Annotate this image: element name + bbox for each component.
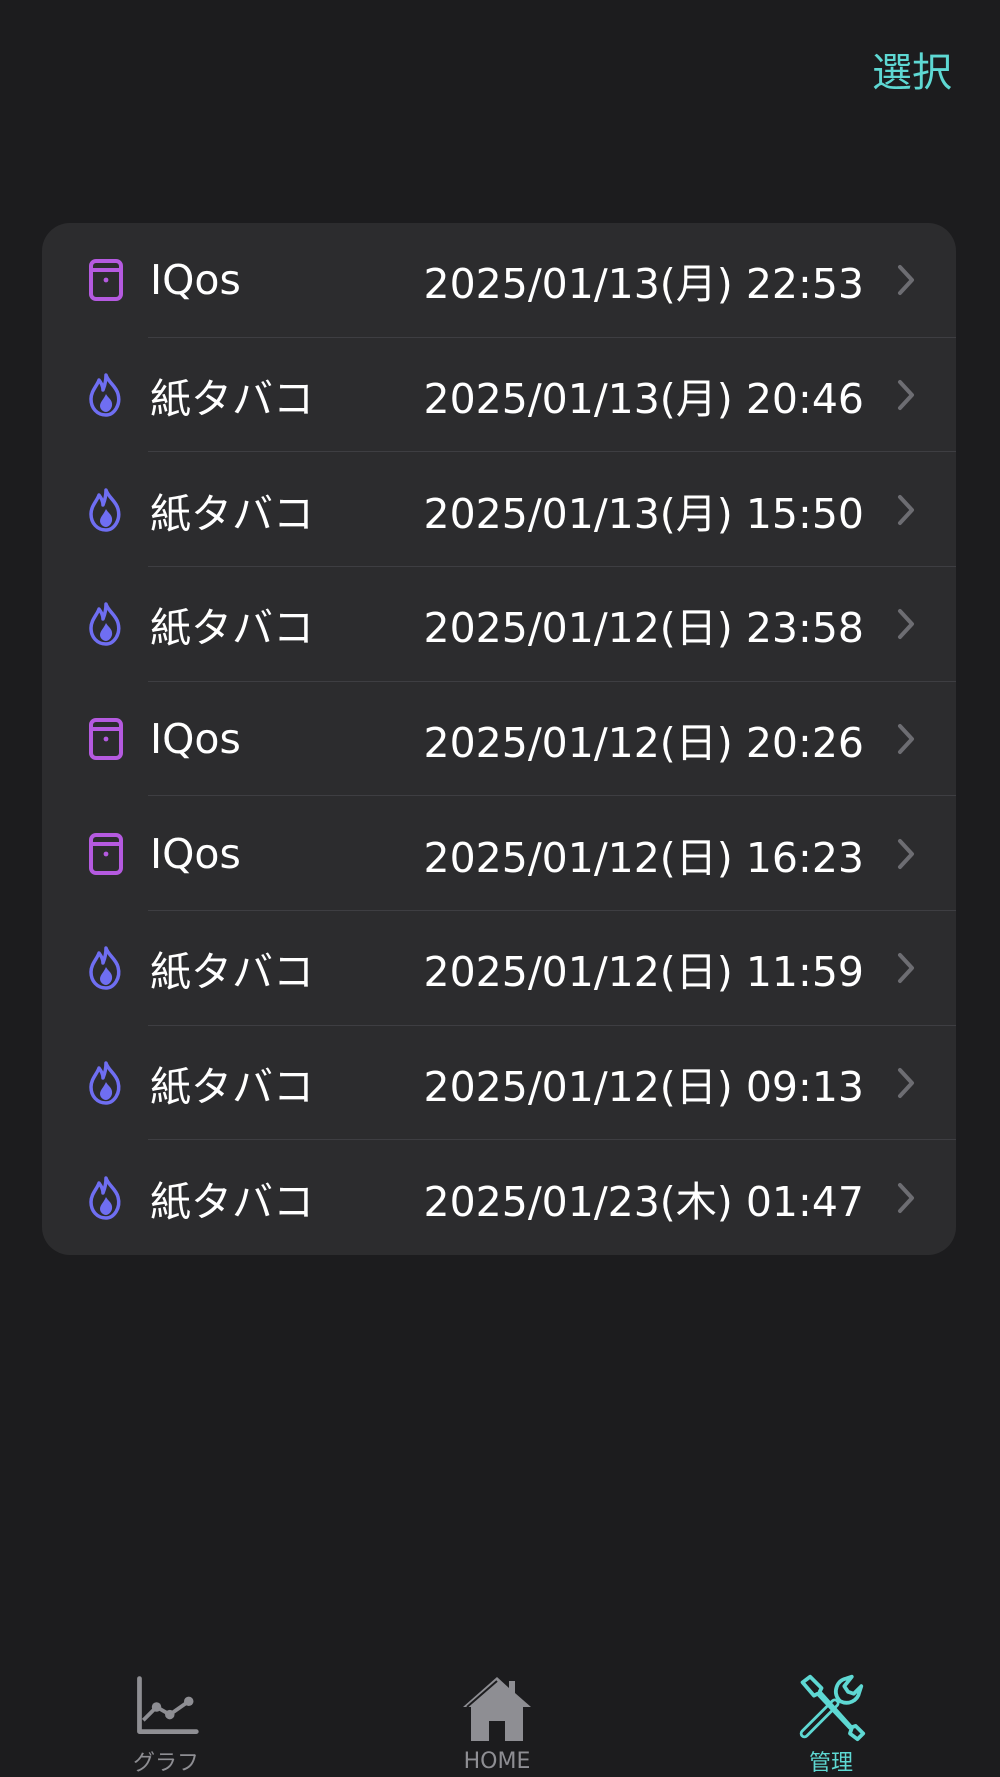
chevron-right-icon [898,838,914,869]
record-type-label: 紙タバコ [150,374,314,423]
chevron-right-icon [898,265,914,296]
screen: 選択 IQos 2025/01/13(月) 22:53 紙タバコ 2025/01… [0,0,1000,1777]
record-datetime: 2025/01/23(木) 01:47 [423,1177,865,1226]
list-item[interactable]: IQos 2025/01/12(日) 20:26 [42,682,956,797]
record-datetime: 2025/01/13(月) 20:46 [423,374,865,423]
record-type-label: 紙タバコ [150,1177,314,1226]
select-button[interactable]: 選択 [872,40,952,98]
chevron-right-icon [898,609,914,640]
record-datetime: 2025/01/12(日) 16:23 [423,833,865,882]
house-icon [463,1677,531,1741]
tab-bar: グラフ HOME 管理 [0,1657,1000,1777]
chevron-right-icon [898,379,914,410]
record-type-label: 紙タバコ [150,604,314,653]
tab-graph-label: グラフ [132,1751,199,1776]
flame-icon [86,1175,126,1221]
list-item[interactable]: 紙タバコ 2025/01/12(日) 11:59 [42,911,956,1026]
chevron-right-icon [898,494,914,525]
record-datetime: 2025/01/12(日) 23:58 [423,604,865,653]
record-datetime: 2025/01/12(日) 09:13 [423,1062,865,1111]
device-icon [86,257,126,303]
tab-home-label: HOME [463,1749,531,1774]
flame-icon [86,945,126,991]
record-list: IQos 2025/01/13(月) 22:53 紙タバコ 2025/01/13… [42,223,956,1255]
device-icon [86,831,126,877]
chevron-right-icon [898,1067,914,1098]
record-datetime: 2025/01/12(日) 11:59 [423,948,865,997]
flame-icon [86,487,126,533]
flame-icon [86,372,126,418]
list-item[interactable]: 紙タバコ 2025/01/13(月) 20:46 [42,338,956,453]
tab-manage[interactable]: 管理 [751,1657,911,1777]
device-icon [86,716,126,762]
chevron-right-icon [898,1182,914,1213]
tab-graph[interactable]: グラフ [86,1657,246,1777]
list-item[interactable]: 紙タバコ 2025/01/12(日) 09:13 [42,1026,956,1141]
record-type-label: IQos [150,714,241,763]
record-type-label: 紙タバコ [150,1062,314,1111]
flame-icon [86,601,126,647]
chevron-right-icon [898,953,914,984]
tools-icon [799,1674,866,1742]
record-type-label: IQos [150,829,241,878]
list-item[interactable]: 紙タバコ 2025/01/12(日) 23:58 [42,567,956,682]
record-datetime: 2025/01/13(月) 22:53 [423,260,865,309]
list-item[interactable]: 紙タバコ 2025/01/23(木) 01:47 [42,1140,956,1255]
record-datetime: 2025/01/13(月) 15:50 [423,489,865,538]
record-type-label: IQos [150,256,241,305]
chevron-right-icon [898,723,914,754]
list-item[interactable]: 紙タバコ 2025/01/13(月) 15:50 [42,452,956,567]
line-chart-icon [137,1676,199,1734]
tab-manage-label: 管理 [808,1751,853,1776]
record-type-label: 紙タバコ [150,489,314,538]
tab-home[interactable]: HOME [417,1657,577,1777]
list-item[interactable]: IQos 2025/01/12(日) 16:23 [42,796,956,911]
flame-icon [86,1060,126,1106]
record-datetime: 2025/01/12(日) 20:26 [423,718,865,767]
record-type-label: 紙タバコ [150,948,314,997]
list-item[interactable]: IQos 2025/01/13(月) 22:53 [42,223,956,338]
